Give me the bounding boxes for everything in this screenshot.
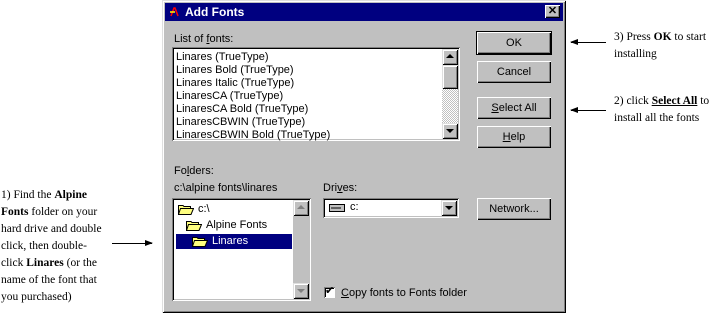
folder-label: Linares (212, 235, 249, 247)
font-item[interactable]: LinaresCA (TrueType) (176, 90, 283, 103)
hard-drive-icon (329, 204, 345, 212)
font-item[interactable]: LinaresCBWIN (TrueType) (176, 116, 305, 129)
help-button[interactable]: Help (477, 126, 551, 148)
drives-label-pre: Dri (323, 182, 338, 194)
drives-label: Drives: (323, 182, 357, 194)
folders-label: Folders: (174, 165, 214, 177)
step2-line2: install all the fonts (614, 112, 700, 124)
fonts-list-label: List of fonts: (174, 33, 233, 45)
step3-line2: installing (614, 48, 657, 60)
step2-arrow (570, 107, 606, 113)
fonts-list[interactable]: Linares (TrueType) Linares Bold (TrueTyp… (172, 47, 460, 141)
step1-line5-post: (or the (63, 257, 97, 269)
step1-instructions: 1) Find the Alpine Fonts folder on your … (1, 187, 111, 306)
step3-arrow (570, 39, 606, 45)
folder-tree[interactable]: c:\ Alpine Fonts Linares (172, 198, 311, 301)
ok-button[interactable]: OK (477, 32, 551, 54)
folders-label-pre: Fo (174, 165, 187, 177)
step1-linares: Linares (26, 257, 64, 269)
current-path: c:\alpine fonts\linares (174, 182, 278, 194)
scroll-up-arrow-icon[interactable] (293, 200, 309, 216)
font-item[interactable]: LinaresCA Bold (TrueType) (176, 103, 308, 116)
step1-line7: you purchased) (1, 291, 72, 303)
drives-select[interactable]: c: (323, 198, 459, 218)
step1-line3: hard drive and double (1, 223, 102, 235)
fonts-label-pre: List of (174, 33, 207, 45)
copy-fonts-key: C (341, 287, 349, 299)
step2-line1-post: to (697, 95, 710, 107)
select-all-key: S (491, 102, 499, 114)
drives-label-post: es: (342, 182, 358, 194)
copy-fonts-label[interactable]: Copy fonts to Fonts folder (341, 287, 467, 299)
close-icon: ✕ (547, 5, 558, 17)
font-item[interactable]: Linares Italic (TrueType) (176, 77, 294, 90)
scroll-up-arrow-icon[interactable] (442, 49, 458, 65)
step3-ok: OK (653, 31, 672, 43)
chevron-down-icon[interactable] (441, 200, 457, 216)
select-all-rest: elect All (498, 102, 537, 114)
drive-value: c: (350, 201, 359, 213)
select-all-button[interactable]: Select All (477, 97, 551, 119)
checkmark-icon: ✔ (325, 284, 335, 297)
help-key: H (502, 131, 511, 143)
font-item[interactable]: LinaresCBWIN Bold (TrueType) (176, 129, 330, 142)
step1-line1: 1) Find the (1, 189, 55, 201)
step3-line1-pre: 3) Press (614, 31, 654, 43)
cancel-button[interactable]: Cancel (477, 61, 551, 83)
fonts-app-icon (169, 6, 181, 18)
fonts-scrollbar[interactable] (442, 49, 458, 139)
fonts-label-post: onts: (209, 33, 234, 45)
folder-scrollbar[interactable] (293, 200, 309, 299)
step1-line5-pre: click (1, 257, 27, 269)
step1-alpine: Alpine (54, 189, 87, 201)
close-button[interactable]: ✕ (545, 5, 560, 18)
network-button[interactable]: Network... (477, 198, 551, 220)
step2-line1-pre: 2) click (614, 95, 652, 107)
copy-fonts-checkbox[interactable]: ✔ (324, 284, 335, 298)
title-bar[interactable]: Add Fonts ✕ (165, 3, 563, 21)
open-folder-icon (186, 221, 202, 231)
font-item[interactable]: Linares Bold (TrueType) (176, 64, 294, 77)
step2-instructions: 2) click Select All to install all the f… (614, 93, 720, 127)
copy-fonts-rest: opy fonts to Fonts folder (348, 287, 467, 299)
open-folder-icon (192, 237, 208, 247)
scroll-down-arrow-icon[interactable] (293, 283, 309, 299)
folder-label: Alpine Fonts (206, 219, 268, 231)
font-item[interactable]: Linares (TrueType) (176, 51, 269, 64)
help-rest: elp (510, 131, 526, 143)
folders-label-post: ders: (189, 165, 214, 177)
step3-instructions: 3) Press OK to start installing (614, 29, 720, 63)
add-fonts-dialog: Add Fonts ✕ List of fonts: Linares (True… (162, 0, 566, 313)
scroll-thumb[interactable] (442, 65, 458, 89)
step2-select-all: Select All (651, 95, 698, 107)
scroll-down-arrow-icon[interactable] (442, 123, 458, 139)
folder-item-linares[interactable]: Linares (176, 234, 292, 249)
step1-fonts: Fonts (1, 206, 29, 218)
step1-line6: name of the font that (1, 274, 97, 286)
step3-line1-post: to start (671, 31, 707, 43)
dialog-title: Add Fonts (185, 5, 245, 19)
step1-line2: folder on your (28, 206, 98, 218)
open-folder-icon (178, 205, 194, 215)
step1-arrow (112, 240, 153, 246)
folder-label: c:\ (198, 203, 210, 215)
step1-line4: click, then double- (1, 240, 87, 252)
